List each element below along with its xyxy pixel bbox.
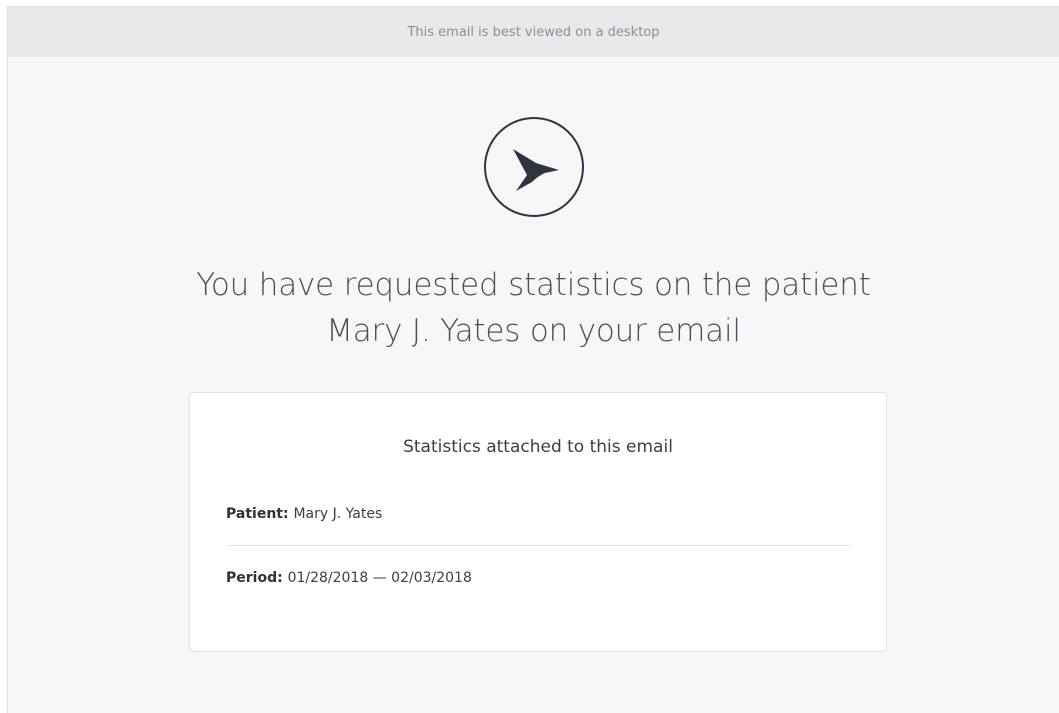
logo-container <box>8 117 1059 217</box>
divider <box>226 545 850 546</box>
patient-label: Patient: <box>226 506 294 522</box>
headline-line-1: You have requested statistics on the pat… <box>196 267 871 303</box>
email-frame: This email is best viewed on a desktop Y… <box>7 6 1059 713</box>
period-row: Period: 01/28/2018 — 02/03/2018 <box>226 570 472 586</box>
period-value: 01/28/2018 — 02/03/2018 <box>287 570 472 586</box>
hummingbird-icon <box>512 149 559 191</box>
patient-row: Patient: Mary J. Yates <box>226 506 382 522</box>
logo <box>483 117 584 217</box>
patient-value: Mary J. Yates <box>293 506 383 522</box>
period-label: Period: <box>226 570 288 586</box>
page-headline: You have requested statistics on the pat… <box>8 262 1059 354</box>
desktop-notice-text: This email is best viewed on a desktop <box>407 24 660 40</box>
headline-line-2: Mary J. Yates on your email <box>326 313 741 349</box>
card-title: Statistics attached to this email <box>403 437 673 457</box>
desktop-notice-banner: This email is best viewed on a desktop <box>8 7 1059 57</box>
statistics-card: Statistics attached to this email Patien… <box>189 392 887 652</box>
